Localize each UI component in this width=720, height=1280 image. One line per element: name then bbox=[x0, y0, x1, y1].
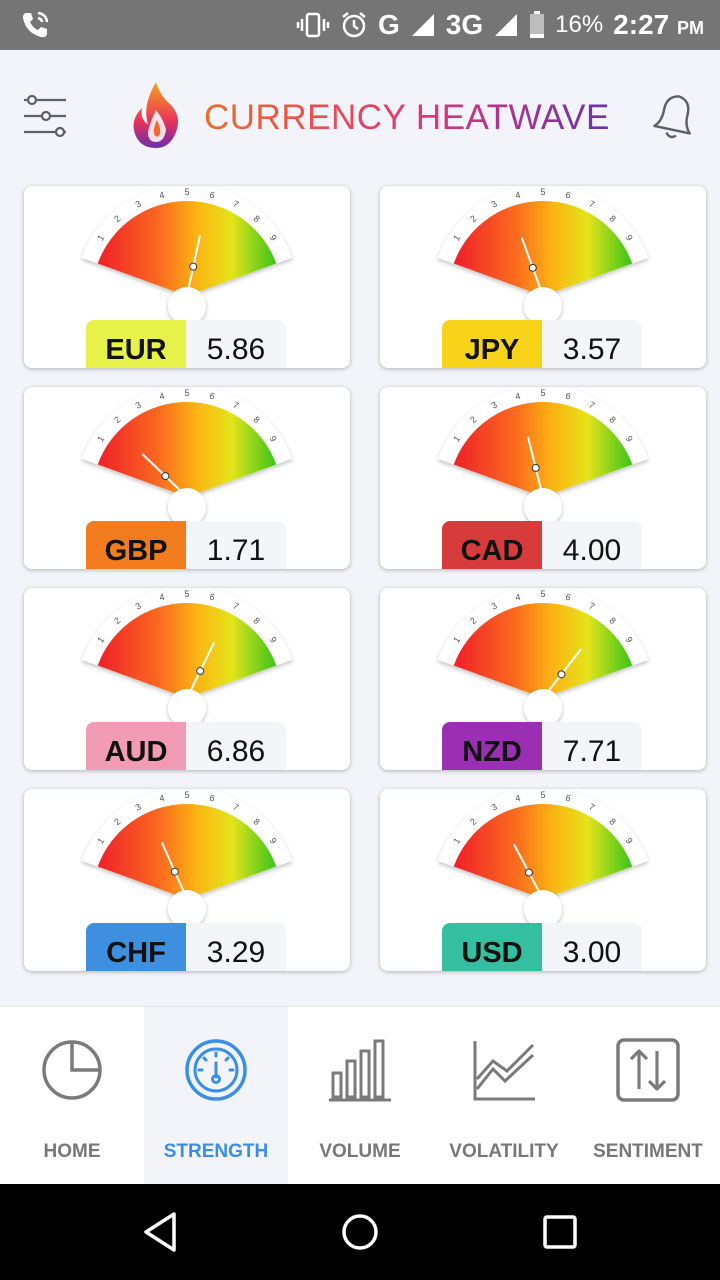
gauge-needle-joint bbox=[161, 472, 170, 481]
gauge-tick-label: 5 bbox=[540, 388, 545, 398]
currency-code: EUR bbox=[86, 320, 186, 368]
currency-badge: EUR 5.86 bbox=[86, 320, 286, 368]
bottom-navigation: HOME STRENGTH VOLUME VOLATILITY SENTIMEN… bbox=[0, 1006, 720, 1185]
tab-volume[interactable]: VOLUME bbox=[288, 1007, 432, 1185]
tab-label: VOLATILITY bbox=[449, 1141, 559, 1162]
strength-gauge: 1234 5 6789 bbox=[81, 387, 293, 526]
battery-percent: 16% bbox=[555, 11, 604, 38]
currency-card-chf[interactable]: 1 2 3 4 5 6 7 8 9 CHF 3.29 bbox=[24, 789, 350, 971]
vibrate-icon bbox=[296, 12, 330, 38]
gauge-needle-joint bbox=[189, 262, 198, 271]
strength-gauge: 1234 5 6789 bbox=[437, 186, 649, 325]
alarm-icon bbox=[342, 12, 366, 38]
currency-badge: CHF 3.29 bbox=[86, 923, 286, 971]
gauge-needle-joint bbox=[524, 868, 533, 877]
currency-badge: JPY 3.57 bbox=[442, 320, 642, 368]
bell-icon[interactable] bbox=[652, 92, 698, 142]
strength-gauge: 1234 5 6789 bbox=[81, 186, 293, 325]
back-icon[interactable] bbox=[136, 1208, 184, 1256]
strength-gauge: 1234 5 6789 bbox=[437, 387, 649, 526]
strength-gauge: 1234 5 6789 bbox=[81, 588, 293, 727]
gauge-needle-joint bbox=[196, 667, 205, 676]
clock-ampm: PM bbox=[677, 18, 704, 38]
strength-gauge: 1234 5 6789 bbox=[81, 789, 293, 928]
currency-code: AUD bbox=[86, 722, 186, 770]
currency-card-cad[interactable]: 1 2 3 4 5 6 7 8 9 CAD 4.00 bbox=[380, 387, 706, 569]
currency-code: NZD bbox=[442, 722, 542, 770]
filter-sliders-icon[interactable] bbox=[22, 94, 68, 138]
currency-card-gbp[interactable]: 1 2 3 4 5 6 7 8 9 GBP 1.71 bbox=[24, 387, 350, 569]
currency-strength-value: 1.71 bbox=[206, 534, 266, 567]
clock: 2:27 PM bbox=[613, 9, 704, 41]
signal-icon bbox=[495, 14, 518, 36]
gauge-needle-joint bbox=[531, 463, 540, 472]
tab-label: VOLUME bbox=[319, 1141, 401, 1162]
tab-home[interactable]: HOME bbox=[0, 1007, 144, 1185]
pie-chart-icon bbox=[42, 1040, 102, 1100]
gauge-needle-joint bbox=[170, 867, 179, 876]
gauge-tick-label: 5 bbox=[540, 187, 545, 197]
gauge-tick-label: 5 bbox=[184, 187, 189, 197]
currency-badge: CAD 4.00 bbox=[442, 521, 642, 569]
currency-strength-value: 7.71 bbox=[562, 735, 622, 768]
recents-square-icon[interactable] bbox=[536, 1208, 584, 1256]
gauge-tick-label: 5 bbox=[540, 790, 545, 800]
flame-logo-icon bbox=[133, 82, 178, 148]
currency-card-aud[interactable]: 1 2 3 4 5 6 7 8 9 AUD 6.86 bbox=[24, 588, 350, 770]
currency-card-nzd[interactable]: 1 2 3 4 5 6 7 8 9 NZD 7.71 bbox=[380, 588, 706, 770]
status-bar: G 3G 16% 2:27 PM bbox=[0, 0, 720, 50]
tab-volatility[interactable]: VOLATILITY bbox=[432, 1007, 576, 1185]
currency-code: GBP bbox=[86, 521, 186, 569]
currency-badge: NZD 7.71 bbox=[442, 722, 642, 770]
app-title: CURRENCY HEATWAVE bbox=[204, 98, 610, 137]
clock-time: 2:27 bbox=[613, 9, 670, 40]
currency-strength-value: 3.00 bbox=[562, 936, 622, 969]
tab-sentiment[interactable]: SENTIMENT bbox=[576, 1007, 720, 1185]
currency-strength-value: 6.86 bbox=[206, 735, 266, 768]
gauge-needle-joint bbox=[528, 263, 537, 272]
tab-label: HOME bbox=[43, 1141, 101, 1162]
phone-call-icon bbox=[23, 11, 49, 38]
line-chart-icon bbox=[473, 1041, 535, 1101]
app-header: CURRENCY HEATWAVE bbox=[0, 50, 720, 180]
battery-icon bbox=[530, 11, 545, 38]
currency-card-jpy[interactable]: 1 2 3 4 5 6 7 8 9 JPY 3.57 bbox=[380, 186, 706, 368]
currency-code: JPY bbox=[442, 320, 542, 368]
currency-badge: AUD 6.86 bbox=[86, 722, 286, 770]
currency-code: CAD bbox=[442, 521, 542, 569]
network-type: G bbox=[377, 9, 400, 40]
currency-strength-value: 5.86 bbox=[206, 333, 266, 366]
currency-strength-value: 3.57 bbox=[562, 333, 622, 366]
gauge-needle-joint bbox=[557, 670, 566, 679]
strength-gauge: 1234 5 6789 bbox=[437, 789, 649, 928]
tab-strength[interactable]: STRENGTH bbox=[144, 1007, 288, 1185]
currency-strength-value: 4.00 bbox=[562, 534, 622, 567]
up-down-arrows-icon bbox=[616, 1038, 680, 1102]
currency-card-eur[interactable]: 1 2 3 4 5 6 7 8 9 EUR 5.86 bbox=[24, 186, 350, 368]
tab-label: SENTIMENT bbox=[593, 1141, 703, 1162]
network-type-3g: 3G bbox=[445, 9, 484, 40]
signal-icon bbox=[411, 14, 434, 36]
gauge-tick-label: 5 bbox=[184, 388, 189, 398]
currency-code: CHF bbox=[86, 923, 186, 971]
gauge-tick-label: 5 bbox=[184, 790, 189, 800]
currency-card-usd[interactable]: 1 2 3 4 5 6 7 8 9 USD 3.00 bbox=[380, 789, 706, 971]
currency-code: USD bbox=[442, 923, 542, 971]
currency-badge: USD 3.00 bbox=[442, 923, 642, 971]
system-nav-bar bbox=[0, 1184, 720, 1280]
tab-label: STRENGTH bbox=[163, 1141, 269, 1162]
currency-badge: GBP 1.71 bbox=[86, 521, 286, 569]
strength-gauge: 1234 5 6789 bbox=[437, 588, 649, 727]
bar-chart-icon bbox=[329, 1039, 391, 1102]
speedometer-icon bbox=[185, 1039, 247, 1101]
home-circle-icon[interactable] bbox=[336, 1208, 384, 1256]
gauge-tick-label: 5 bbox=[184, 589, 189, 599]
currency-strength-value: 3.29 bbox=[206, 936, 266, 969]
gauge-tick-label: 5 bbox=[540, 589, 545, 599]
